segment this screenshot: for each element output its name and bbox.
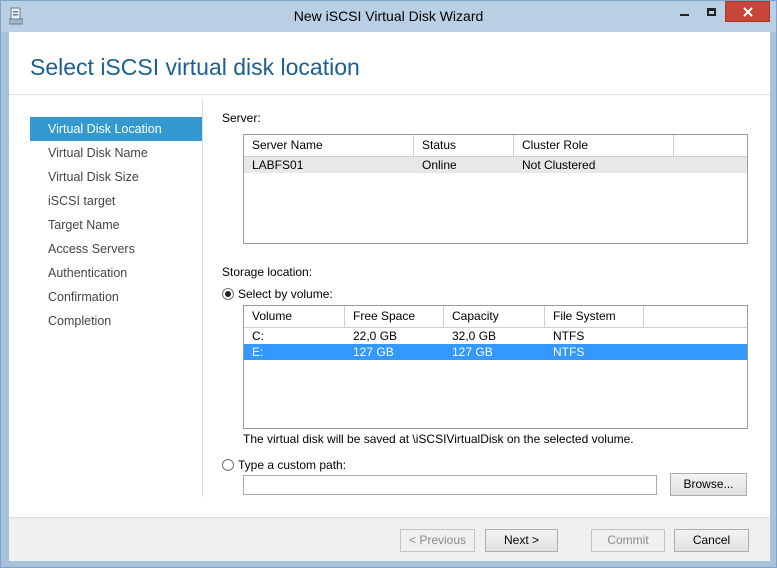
column-filler <box>644 306 747 327</box>
custom-path-label[interactable]: Type a custom path: <box>238 458 346 472</box>
column-capacity[interactable]: Capacity <box>444 306 545 327</box>
minimize-icon <box>680 13 689 16</box>
volume-row[interactable]: C: 22,0 GB 32,0 GB NTFS <box>244 328 747 344</box>
wizard-steps: Virtual Disk Location Virtual Disk Name … <box>30 117 202 333</box>
capacity-cell: 127 GB <box>452 345 493 359</box>
select-by-volume-radio[interactable] <box>222 288 234 300</box>
column-free-space[interactable]: Free Space <box>345 306 444 327</box>
previous-button[interactable]: < Previous <box>400 529 475 552</box>
volume-cell: E: <box>252 345 264 359</box>
save-location-note: The virtual disk will be saved at \iSCSI… <box>243 432 634 446</box>
step-authentication[interactable]: Authentication <box>30 261 202 285</box>
column-filler <box>674 135 747 156</box>
close-icon <box>742 6 753 17</box>
server-status-cell: Online <box>422 158 457 172</box>
volume-cell: C: <box>252 329 264 343</box>
next-button[interactable]: Next > <box>485 529 558 552</box>
column-file-system[interactable]: File System <box>545 306 644 327</box>
page-title: Select iSCSI virtual disk location <box>30 54 360 80</box>
maximize-button[interactable] <box>698 1 725 22</box>
column-server-name[interactable]: Server Name <box>244 135 414 156</box>
server-label: Server: <box>222 111 261 125</box>
step-completion[interactable]: Completion <box>30 309 202 333</box>
step-target-name[interactable]: Target Name <box>30 213 202 237</box>
server-cluster-role-cell: Not Clustered <box>522 158 596 172</box>
file-system-cell: NTFS <box>553 345 585 359</box>
column-status[interactable]: Status <box>414 135 514 156</box>
capacity-cell: 32,0 GB <box>452 329 497 343</box>
free-space-cell: 127 GB <box>353 345 394 359</box>
server-name-cell: LABFS01 <box>252 158 304 172</box>
wizard-window: New iSCSI Virtual Disk Wizard Select iSC… <box>0 0 777 568</box>
title-bar[interactable]: New iSCSI Virtual Disk Wizard <box>1 1 776 32</box>
commit-button[interactable]: Commit <box>591 529 665 552</box>
close-button[interactable] <box>725 1 770 22</box>
free-space-cell: 22,0 GB <box>353 329 398 343</box>
step-confirmation[interactable]: Confirmation <box>30 285 202 309</box>
wizard-footer: < Previous Next > Commit Cancel <box>9 517 770 561</box>
server-list-header: Server Name Status Cluster Role <box>244 135 747 157</box>
server-list[interactable]: Server Name Status Cluster Role LABFS01 … <box>243 134 748 244</box>
minimize-button[interactable] <box>671 1 698 22</box>
volume-list[interactable]: Volume Free Space Capacity File System C… <box>243 305 748 429</box>
step-virtual-disk-name[interactable]: Virtual Disk Name <box>30 141 202 165</box>
select-by-volume-label[interactable]: Select by volume: <box>238 287 333 301</box>
server-row[interactable]: LABFS01 Online Not Clustered <box>244 157 747 173</box>
column-cluster-role[interactable]: Cluster Role <box>514 135 674 156</box>
column-volume[interactable]: Volume <box>244 306 345 327</box>
storage-location-label: Storage location: <box>222 265 313 279</box>
header-divider <box>9 94 770 95</box>
browse-button[interactable]: Browse... <box>670 473 747 496</box>
volume-row-selected[interactable]: E: 127 GB 127 GB NTFS <box>244 344 747 360</box>
step-virtual-disk-size[interactable]: Virtual Disk Size <box>30 165 202 189</box>
cancel-button[interactable]: Cancel <box>674 529 749 552</box>
step-iscsi-target[interactable]: iSCSI target <box>30 189 202 213</box>
wizard-client: Select iSCSI virtual disk location Virtu… <box>9 32 770 561</box>
maximize-icon <box>707 7 716 16</box>
volume-list-header: Volume Free Space Capacity File System <box>244 306 747 328</box>
window-title: New iSCSI Virtual Disk Wizard <box>293 8 484 24</box>
step-access-servers[interactable]: Access Servers <box>30 237 202 261</box>
nav-divider <box>202 99 203 497</box>
custom-path-radio[interactable] <box>222 459 234 471</box>
custom-path-input[interactable] <box>243 475 657 495</box>
step-virtual-disk-location[interactable]: Virtual Disk Location <box>30 117 202 141</box>
file-system-cell: NTFS <box>553 329 585 343</box>
